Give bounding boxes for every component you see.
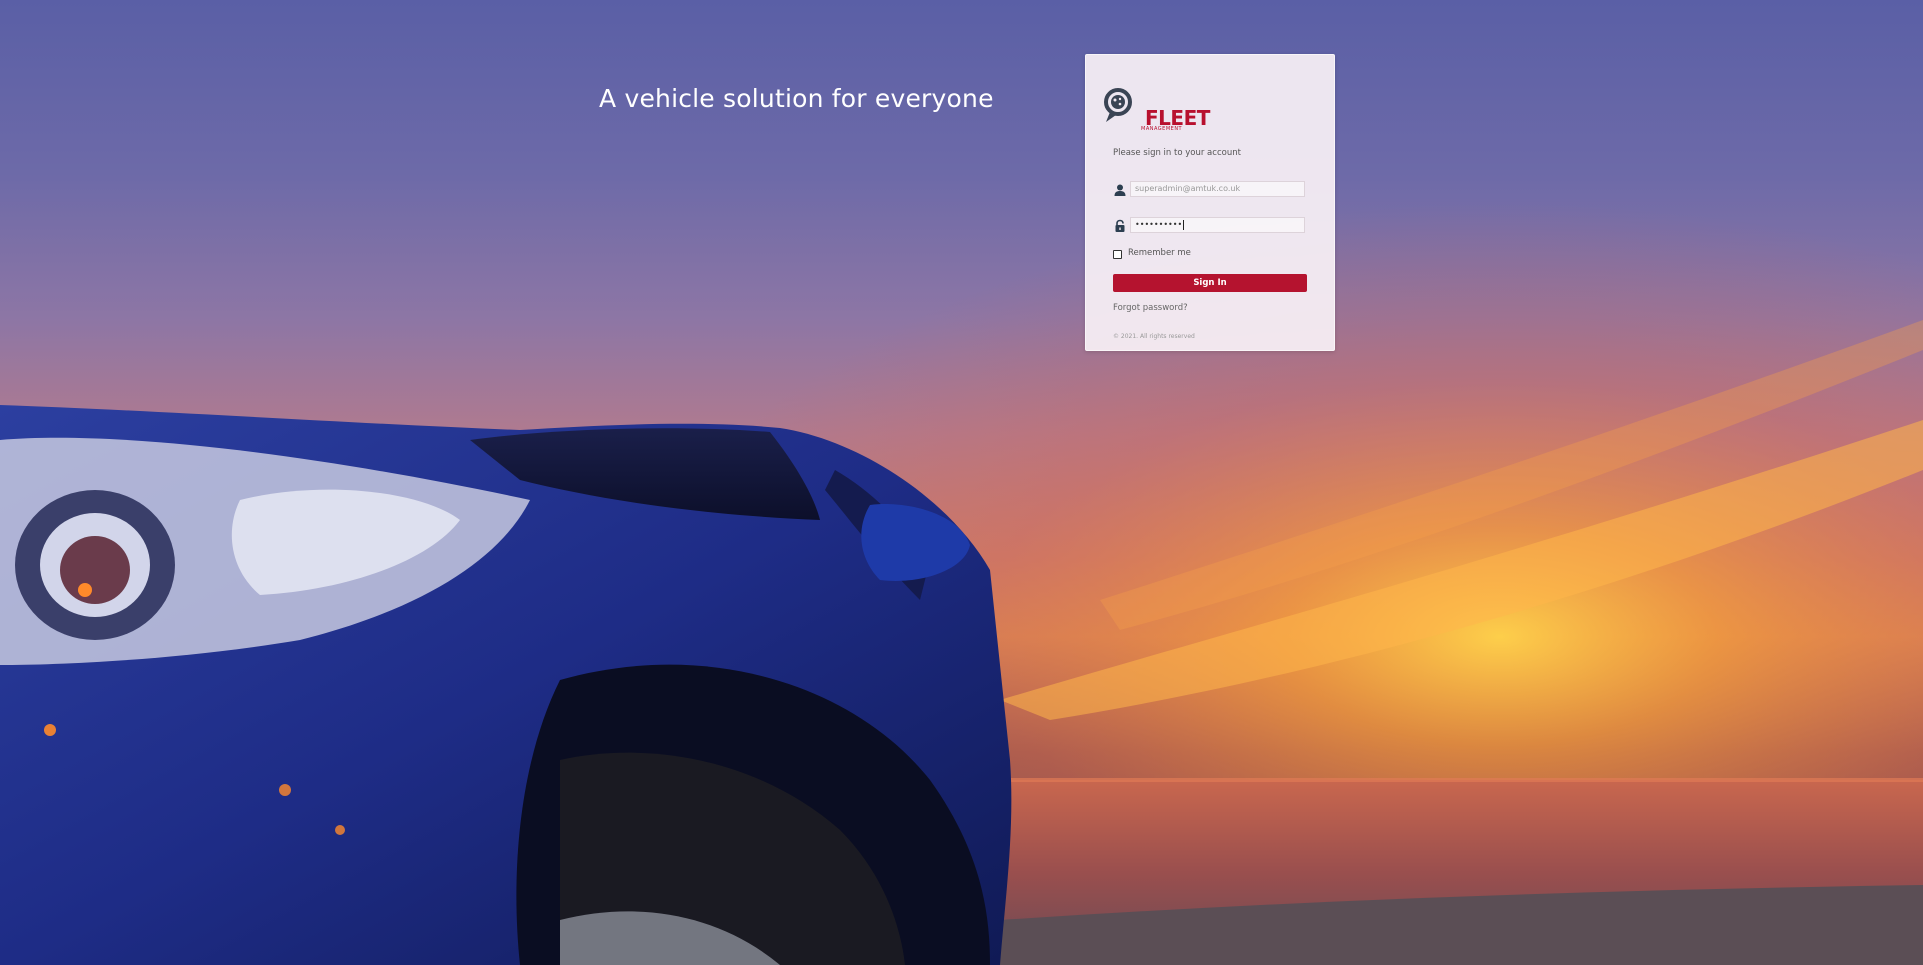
logo-wordmark: FLEET [1145,106,1210,130]
text-caret [1183,219,1185,230]
sign-in-button[interactable]: Sign In [1113,274,1307,292]
search-magnifier-logo-icon [1104,88,1132,122]
user-icon [1114,184,1126,196]
password-masked-value: •••••••••• [1135,220,1183,229]
fleet-management-logo: FLEET MANAGEMENT [1104,88,1210,132]
email-field-row: superadmin@amtuk.co.uk [1113,181,1307,199]
login-card: FLEET MANAGEMENT Please sign in to your … [1085,54,1335,351]
copyright-text: © 2021. All rights reserved [1113,333,1195,340]
lock-icon [1115,219,1125,232]
logo-subtext: MANAGEMENT [1141,126,1183,132]
background-image [0,0,1923,965]
email-input[interactable]: superadmin@amtuk.co.uk [1130,181,1305,197]
password-input[interactable]: •••••••••• [1130,217,1305,233]
forgot-password-link[interactable]: Forgot password? [1113,303,1188,313]
car-sunset-illustration [0,0,1923,965]
password-field-row: •••••••••• [1113,217,1307,235]
hero-tagline: A vehicle solution for everyone [599,84,994,113]
remember-me-checkbox[interactable] [1113,250,1122,259]
signin-prompt: Please sign in to your account [1113,148,1241,158]
remember-me-label[interactable]: Remember me [1128,248,1191,258]
